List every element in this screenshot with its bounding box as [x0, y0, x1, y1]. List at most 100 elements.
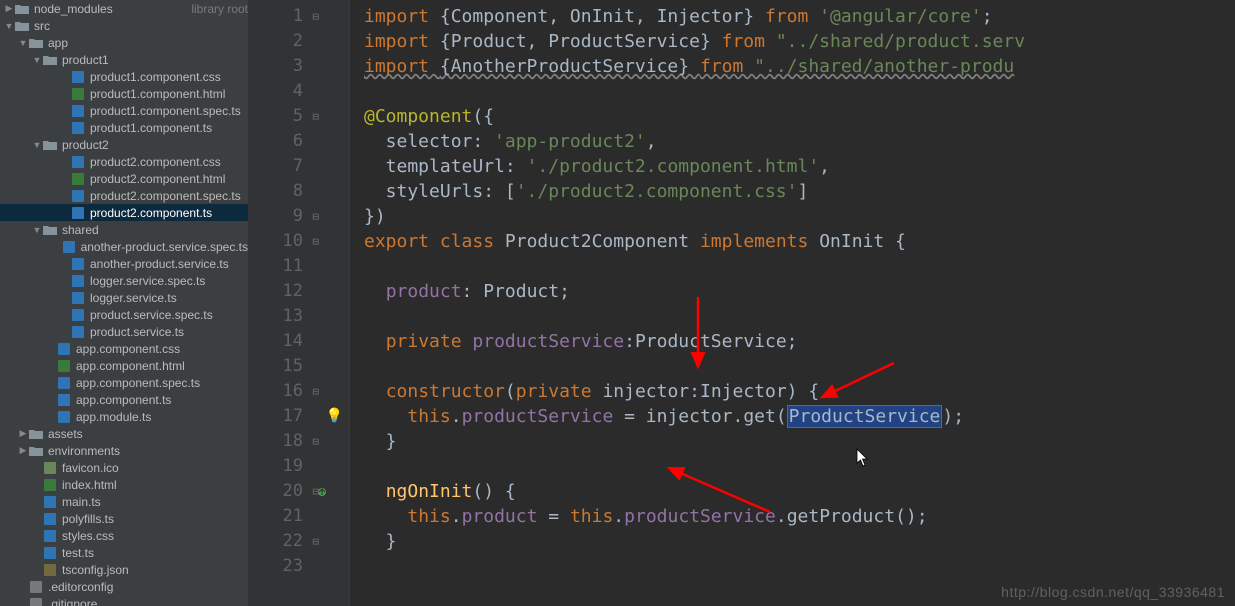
expand-chevron-icon[interactable]: ▼: [32, 55, 42, 65]
tree-item-polyfills-ts[interactable]: polyfills.ts: [0, 510, 248, 527]
tree-item-shared[interactable]: ▼ shared: [0, 221, 248, 238]
tree-item-app-component-html[interactable]: app.component.html: [0, 357, 248, 374]
tree-item-product1-component-spec-ts[interactable]: product1.component.spec.ts: [0, 102, 248, 119]
tree-label: app.module.ts: [76, 410, 248, 424]
fold-icon[interactable]: ⊟: [312, 4, 319, 29]
tree-item-product-service-ts[interactable]: product.service.ts: [0, 323, 248, 340]
code-line[interactable]: styleUrls: ['./product2.component.css']: [350, 179, 1235, 204]
tree-item-app-component-css[interactable]: app.component.css: [0, 340, 248, 357]
token: import: [364, 6, 440, 27]
code-line[interactable]: }): [350, 204, 1235, 229]
code-line[interactable]: export class Product2Component implement…: [350, 229, 1235, 254]
tree-label: product.service.ts: [90, 325, 248, 339]
fold-icon[interactable]: ⊟: [312, 379, 319, 404]
tree-item-product2-component-ts[interactable]: product2.component.ts: [0, 204, 248, 221]
expand-chevron-icon[interactable]: ▼: [32, 140, 42, 150]
code-line[interactable]: [350, 554, 1235, 579]
tree-item-another-product-service-spec-ts[interactable]: another-product.service.spec.ts: [0, 238, 248, 255]
line-number: 9: [293, 204, 303, 229]
tree-item-product1[interactable]: ▼product1: [0, 51, 248, 68]
tree-item--gitignore[interactable]: .gitignore: [0, 595, 248, 606]
tree-item-src[interactable]: ▼src: [0, 17, 248, 34]
token: './product2.component.css': [516, 181, 798, 202]
code-line[interactable]: [350, 304, 1235, 329]
tree-label: test.ts: [62, 546, 248, 560]
tree-item-product-service-spec-ts[interactable]: product.service.spec.ts: [0, 306, 248, 323]
tree-label: .editorconfig: [48, 580, 248, 594]
code-line[interactable]: this.product = this.productService.getPr…: [350, 504, 1235, 529]
tree-label: shared: [62, 223, 248, 237]
code-line[interactable]: }: [350, 429, 1235, 454]
tree-item-tsconfig-json[interactable]: tsconfig.json: [0, 561, 248, 578]
code-line[interactable]: @Component({: [350, 104, 1235, 129]
tree-item-product1-component-ts[interactable]: product1.component.ts: [0, 119, 248, 136]
tree-item-main-ts[interactable]: main.ts: [0, 493, 248, 510]
code-line[interactable]: templateUrl: './product2.component.html'…: [350, 154, 1235, 179]
code-line[interactable]: import {AnotherProductService} from "../…: [350, 54, 1235, 79]
gutter-line: 13: [248, 304, 349, 329]
code-editor[interactable]: ⊟1234⊟5678⊟9⊟101112131415⊟16💡17⊟1819⊟202…: [248, 0, 1235, 606]
tree-item-app-module-ts[interactable]: app.module.ts: [0, 408, 248, 425]
tree-item-logger-service-ts[interactable]: logger.service.ts: [0, 289, 248, 306]
fold-icon[interactable]: ⊟: [312, 429, 319, 454]
expand-chevron-icon[interactable]: ▶: [4, 3, 14, 14]
tree-label: product2.component.ts: [90, 206, 248, 220]
gutter-line: 7: [248, 154, 349, 179]
fold-icon[interactable]: ⊟: [312, 479, 319, 504]
token: productService: [624, 506, 776, 527]
mouse-cursor-icon: [856, 448, 870, 468]
expand-chevron-icon[interactable]: ▼: [18, 38, 28, 48]
tree-item-index-html[interactable]: index.html: [0, 476, 248, 493]
code-line[interactable]: [350, 79, 1235, 104]
tree-item--editorconfig[interactable]: .editorconfig: [0, 578, 248, 595]
tree-item-assets[interactable]: ▶assets: [0, 425, 248, 442]
tree-item-app[interactable]: ▼ app: [0, 34, 248, 51]
tree-item-product2-component-spec-ts[interactable]: product2.component.spec.ts: [0, 187, 248, 204]
tree-label: product2.component.html: [90, 172, 248, 186]
expand-chevron-icon[interactable]: ▶: [18, 428, 28, 439]
code-line[interactable]: product: Product;: [350, 279, 1235, 304]
fold-icon[interactable]: ⊟: [312, 104, 319, 129]
tree-item-product1-component-css[interactable]: product1.component.css: [0, 68, 248, 85]
tree-item-logger-service-spec-ts[interactable]: logger.service.spec.ts: [0, 272, 248, 289]
code-line[interactable]: import {Product, ProductService} from ".…: [350, 29, 1235, 54]
tree-item-app-component-ts[interactable]: app.component.ts: [0, 391, 248, 408]
tree-item-app-component-spec-ts[interactable]: app.component.spec.ts: [0, 374, 248, 391]
expand-chevron-icon[interactable]: ▼: [4, 21, 14, 31]
intention-bulb-icon[interactable]: 💡: [326, 404, 343, 429]
code-line[interactable]: [350, 454, 1235, 479]
code-line[interactable]: ngOnInit() {: [350, 479, 1235, 504]
tree-item-favicon-ico[interactable]: favicon.ico: [0, 459, 248, 476]
code-line[interactable]: }: [350, 529, 1235, 554]
fold-icon[interactable]: ⊟: [312, 529, 319, 554]
expand-chevron-icon[interactable]: ▶: [18, 445, 28, 456]
tree-item-product2-component-css[interactable]: product2.component.css: [0, 153, 248, 170]
gutter-line: ⊟18: [248, 429, 349, 454]
tree-item-another-product-service-ts[interactable]: another-product.service.ts: [0, 255, 248, 272]
fold-icon[interactable]: ⊟: [312, 204, 319, 229]
expand-chevron-icon[interactable]: ▼: [32, 225, 42, 235]
gutter-line: 19: [248, 454, 349, 479]
tree-item-styles-css[interactable]: styles.css: [0, 527, 248, 544]
code-line[interactable]: selector: 'app-product2',: [350, 129, 1235, 154]
tree-item-test-ts[interactable]: test.ts: [0, 544, 248, 561]
tree-label: app: [48, 36, 248, 50]
token: .: [451, 506, 462, 527]
tree-item-product2[interactable]: ▼product2: [0, 136, 248, 153]
tree-item-product1-component-html[interactable]: product1.component.html: [0, 85, 248, 102]
tree-item-product2-component-html[interactable]: product2.component.html: [0, 170, 248, 187]
code-line[interactable]: this.productService = injector.get(Produ…: [350, 404, 1235, 429]
code-line[interactable]: constructor(private injector:Injector) {: [350, 379, 1235, 404]
tree-item-node-modules[interactable]: ▶node_moduleslibrary root: [0, 0, 248, 17]
project-tree[interactable]: ▶node_moduleslibrary root▼src▼app▼produc…: [0, 0, 248, 606]
code-line[interactable]: import {Component, OnInit, Injector} fro…: [350, 4, 1235, 29]
token: private: [516, 381, 603, 402]
token: [364, 481, 386, 502]
tree-item-environments[interactable]: ▶environments: [0, 442, 248, 459]
code-line[interactable]: private productService:ProductService;: [350, 329, 1235, 354]
gutter-line: 2: [248, 29, 349, 54]
fold-icon[interactable]: ⊟: [312, 229, 319, 254]
code-line[interactable]: [350, 254, 1235, 279]
code-line[interactable]: [350, 354, 1235, 379]
code-area[interactable]: import {Component, OnInit, Injector} fro…: [350, 0, 1235, 606]
